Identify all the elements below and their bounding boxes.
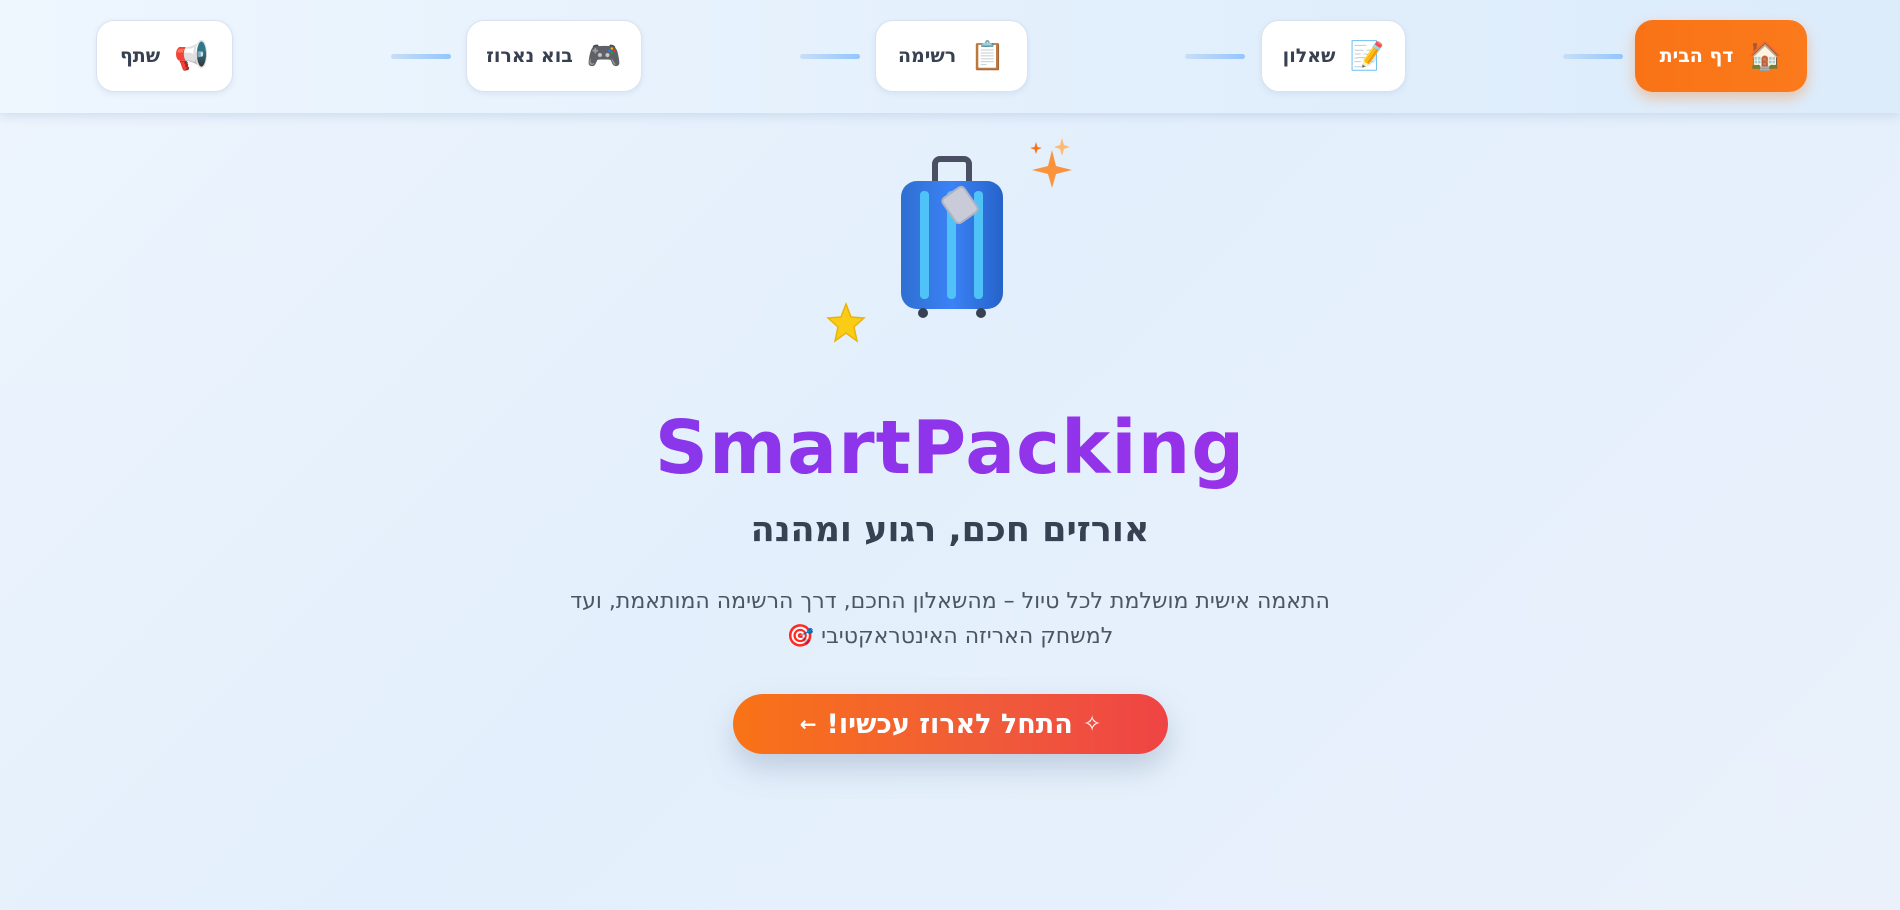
clipboard-icon: 📋 <box>970 39 1006 72</box>
description-line-1: התאמה אישית מושלמת לכל טיול – מהשאלון הח… <box>570 589 1330 614</box>
tagline: אורזים חכם, רגוע ומהנה <box>750 510 1150 550</box>
nav-step-share[interactable]: 📢 שתף <box>96 20 233 92</box>
suitcase-icon <box>901 156 1003 318</box>
progress-nav: 🏠 דף הבית 📝 שאלון 📋 רשימה 🎮 בוא נארוז 📢 … <box>0 0 1900 113</box>
description-line-2: למשחק האריזה האינטראקטיבי <box>821 624 1114 649</box>
start-packing-button[interactable]: ✧ התחל לארוז עכשיו! ← <box>733 694 1168 754</box>
nav-step-pack-game-label: בוא נארוז <box>486 45 573 67</box>
game-controller-icon: 🎮 <box>586 39 622 72</box>
megaphone-icon: 📢 <box>174 39 210 72</box>
nav-connector <box>800 54 860 59</box>
nav-connector <box>391 54 451 59</box>
house-icon: 🏠 <box>1747 39 1783 72</box>
nav-connector <box>1185 54 1245 59</box>
nav-connector <box>1563 54 1623 59</box>
sparkle-icon: ✧ <box>1082 711 1102 737</box>
nav-step-list-label: רשימה <box>897 45 957 67</box>
star-icon <box>826 302 866 343</box>
nav-step-home[interactable]: 🏠 דף הבית <box>1635 20 1807 92</box>
nav-step-share-label: שתף <box>119 45 161 67</box>
sparkle-icon <box>1030 138 1072 188</box>
nav-step-questionnaire[interactable]: 📝 שאלון <box>1261 20 1406 92</box>
app-title: SmartPacking <box>0 405 1900 491</box>
nav-step-questionnaire-label: שאלון <box>1282 45 1336 67</box>
nav-step-home-label: דף הבית <box>1659 45 1734 67</box>
start-packing-label: התחל לארוז עכשיו! <box>826 708 1073 740</box>
description: התאמה אישית מושלמת לכל טיול – מהשאלון הח… <box>540 584 1360 654</box>
target-icon: 🎯 <box>786 624 815 649</box>
nav-step-pack-game[interactable]: 🎮 בוא נארוז <box>466 20 642 92</box>
arrow-left-icon: ← <box>799 712 817 736</box>
memo-icon: 📝 <box>1349 39 1385 72</box>
nav-step-list[interactable]: 📋 רשימה <box>875 20 1028 92</box>
